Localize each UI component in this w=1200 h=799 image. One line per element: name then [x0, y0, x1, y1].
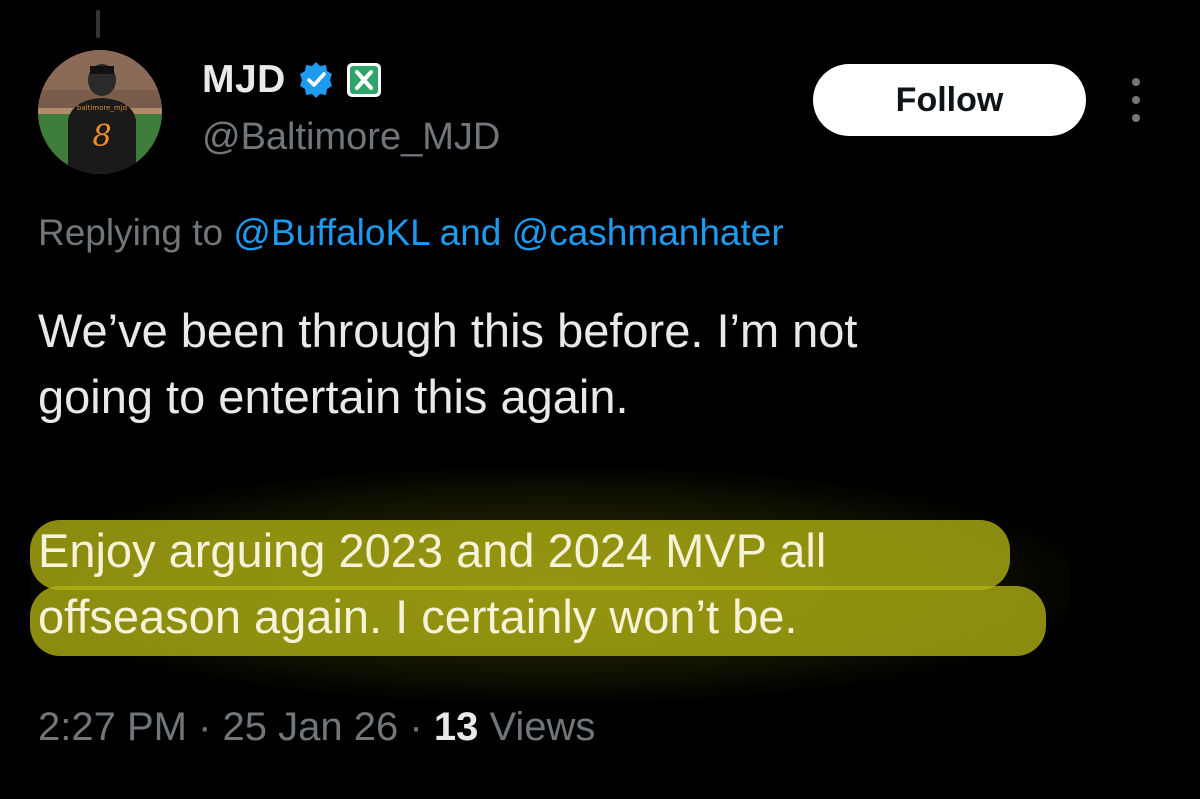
tweet-date[interactable]: 25 Jan 26 — [223, 705, 399, 749]
tweet-text: We’ve been through this before. I’m not … — [38, 298, 1098, 430]
mention-link-buffalokl[interactable]: @BuffaloKL — [233, 212, 429, 253]
views-label: Views — [489, 705, 596, 749]
more-vertical-icon[interactable] — [1126, 78, 1146, 122]
avatar[interactable]: baltimore_mjd 8 — [38, 50, 162, 174]
thread-connector-line — [96, 10, 100, 38]
avatar-photo: baltimore_mjd 8 — [38, 50, 162, 174]
reply-conjunction: and — [439, 212, 502, 253]
replying-to-line: Replying to @BuffaloKL and @cashmanhater — [38, 212, 784, 254]
follow-button[interactable]: Follow — [813, 64, 1086, 136]
verified-badge-icon — [296, 60, 336, 100]
meta-separator: · — [409, 705, 423, 749]
more-dot — [1132, 114, 1140, 122]
tweet-text-line: offseason again. I certainly won’t be. — [38, 590, 798, 643]
tweet-time[interactable]: 2:27 PM — [38, 705, 187, 749]
mention-link-cashmanhater[interactable]: @cashmanhater — [512, 212, 784, 253]
avatar-jersey-text: baltimore_mjd — [77, 104, 127, 112]
tweet-text-line: going to entertain this again. — [38, 370, 629, 423]
author-name-row: MJD — [202, 56, 382, 104]
tweet-text-line: Enjoy arguing 2023 and 2024 MVP all — [38, 524, 827, 577]
author-handle[interactable]: @Baltimore_MJD — [202, 116, 500, 159]
author-display-name[interactable]: MJD — [202, 58, 286, 102]
tweet-highlighted-text: Enjoy arguing 2023 and 2024 MVP all offs… — [38, 518, 1098, 650]
replying-to-label: Replying to — [38, 212, 224, 253]
views-count: 13 — [433, 705, 479, 749]
avatar-jersey-number: 8 — [92, 119, 111, 154]
meta-separator: · — [198, 705, 212, 749]
tweet-meta: 2:27 PM · 25 Jan 26 · 13 Views — [38, 705, 595, 750]
tweet-text-line: We’ve been through this before. I’m not — [38, 304, 858, 357]
more-dot — [1132, 78, 1140, 86]
more-dot — [1132, 96, 1140, 104]
x-affiliate-badge-icon[interactable] — [346, 62, 382, 98]
